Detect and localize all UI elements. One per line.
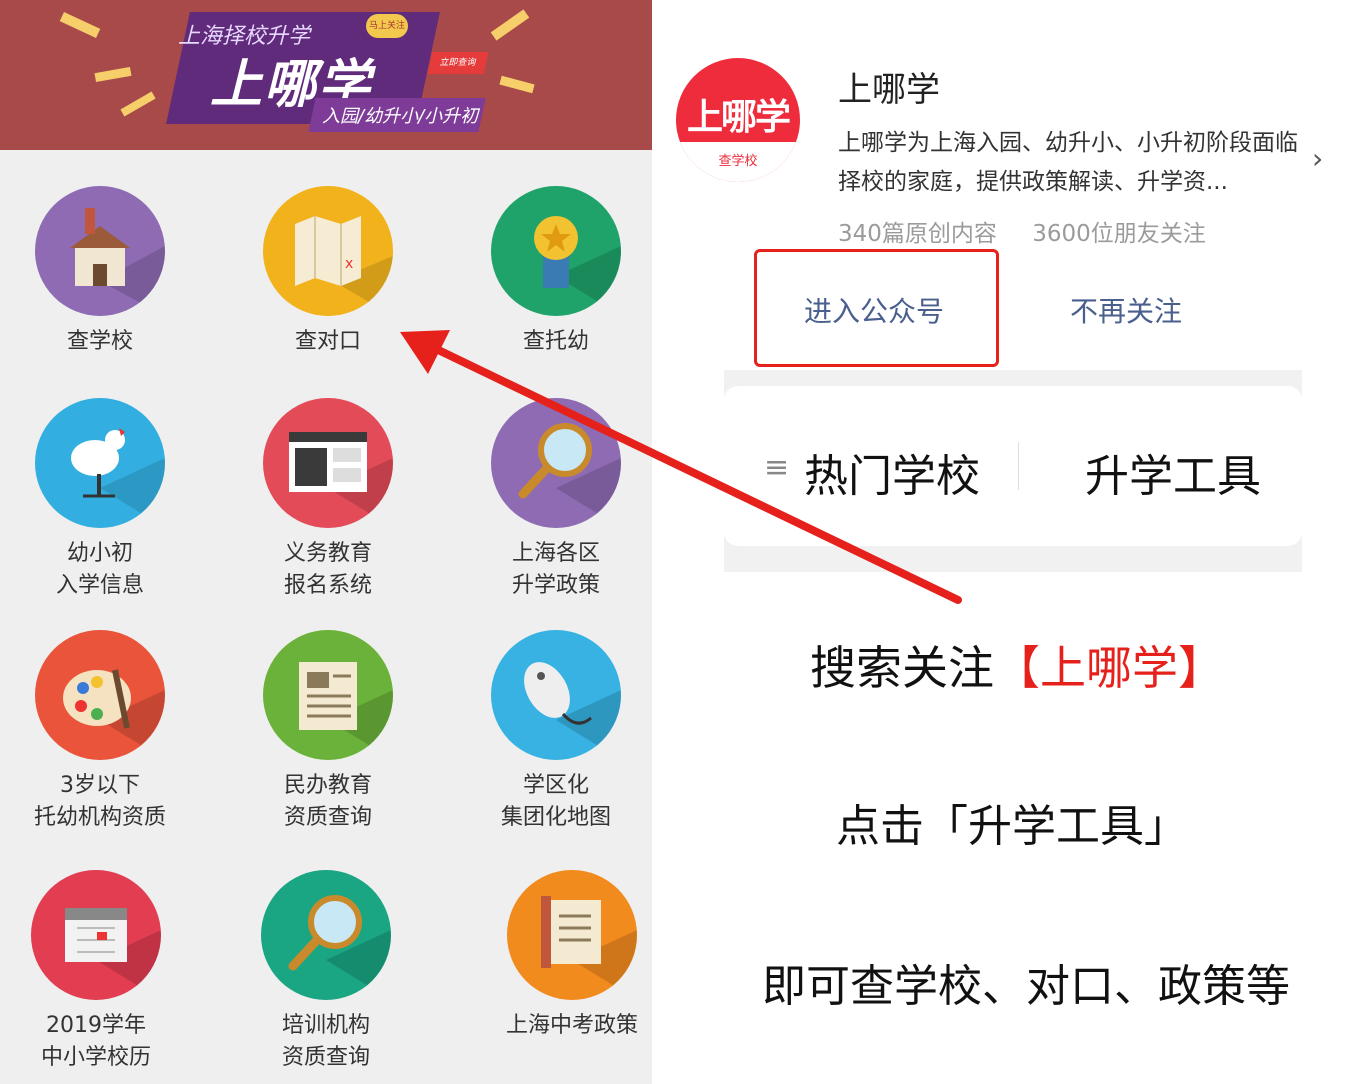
pointer-arrow [400,330,962,604]
